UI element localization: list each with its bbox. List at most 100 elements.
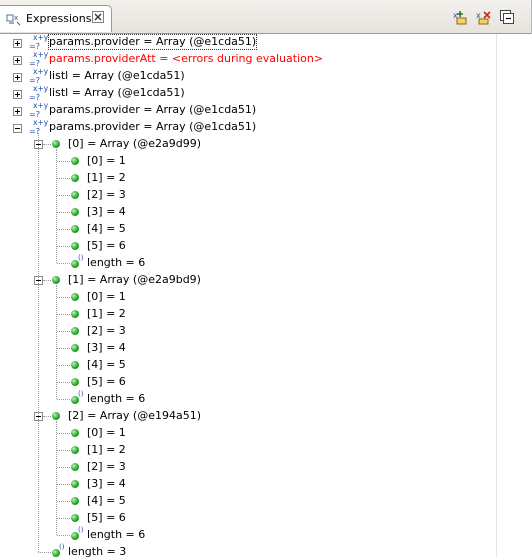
tree-connector — [57, 229, 70, 230]
element-row[interactable]: [1] = 2 — [0, 170, 496, 187]
green-dot-icon — [71, 344, 79, 352]
tree-connector — [57, 161, 70, 162]
expressions-view-icon: x — [6, 14, 21, 26]
element-row[interactable]: [2] = 3 — [0, 459, 496, 476]
expression-row[interactable]: x+y =? listl = Array (@e1cda51) — [0, 67, 496, 85]
element-label: [0] = 1 — [87, 290, 126, 303]
element-row[interactable]: [5] = 6 — [0, 374, 496, 391]
tree-connector — [57, 331, 70, 332]
green-dot-icon — [52, 276, 60, 284]
element-row[interactable]: [4] = 5 — [0, 221, 496, 238]
element-row[interactable]: [0] = 1 — [0, 153, 496, 170]
collapse-all-icon[interactable] — [499, 9, 515, 25]
green-dot-icon — [71, 497, 79, 505]
length-row[interactable]: () length = 6 — [0, 526, 496, 544]
length-row[interactable]: () length = 6 — [0, 390, 496, 408]
green-dot-icon — [71, 174, 79, 182]
expression-row[interactable]: x+y =? params.providerAtt = <errors during… — [0, 50, 496, 68]
svg-text:x+y: x+y — [33, 50, 49, 59]
element-row[interactable]: [4] = 5 — [0, 493, 496, 510]
element-row[interactable]: [3] = 4 — [0, 204, 496, 221]
parentheses-icon: () — [78, 390, 84, 398]
element-row[interactable]: [3] = 4 — [0, 476, 496, 493]
tree-connector — [57, 501, 70, 502]
element-label: [1] = 2 — [87, 443, 126, 456]
expression-row[interactable]: x+y =? params.provider = Array (@e1cda51) — [0, 118, 496, 136]
tree-connector — [57, 348, 70, 349]
x-plus-y-icon: x+y=? — [29, 50, 49, 68]
tree-connector — [57, 297, 70, 298]
expand-toggle[interactable] — [13, 107, 22, 116]
green-dot-icon — [71, 446, 79, 454]
vertical-scrollbar[interactable] — [496, 34, 532, 557]
tree-connector — [43, 416, 51, 417]
tree-connector — [57, 246, 70, 247]
expand-toggle[interactable] — [13, 56, 22, 65]
element-label: [0] = 1 — [87, 154, 126, 167]
tree-connector — [57, 178, 70, 179]
tree-connector — [57, 433, 70, 434]
array-row[interactable]: [0] = Array (@e2a9d99) — [0, 136, 496, 153]
expand-toggle[interactable] — [13, 39, 22, 48]
tree-connector — [56, 421, 57, 535]
green-dot-icon — [71, 514, 79, 522]
green-dot-icon — [71, 480, 79, 488]
tree-connector — [43, 144, 51, 145]
expand-toggle[interactable] — [13, 73, 22, 82]
add-watch-expression-icon[interactable]: x — [453, 9, 469, 25]
element-row[interactable]: [4] = 5 — [0, 357, 496, 374]
element-row[interactable]: [1] = 2 — [0, 306, 496, 323]
element-label: [4] = 5 — [87, 494, 126, 507]
view-tab-bar: x Expressions x x — [0, 0, 531, 34]
length-row[interactable]: () length = 6 — [0, 254, 496, 272]
element-row[interactable]: [0] = 1 — [0, 425, 496, 442]
element-row[interactable]: [0] = 1 — [0, 289, 496, 306]
green-dot-icon — [71, 463, 79, 471]
expression-row[interactable]: x+y =? params.provider = Array (@e1cda51) — [0, 34, 496, 51]
array-label: [2] = Array (@e194a51) — [68, 409, 201, 422]
element-label: [4] = 5 — [87, 358, 126, 371]
tree-connector — [57, 382, 70, 383]
expressions-tree[interactable]: x+y =? params.provider = Array (@e1cda51) x… — [0, 34, 496, 557]
expression-row[interactable]: x+y =? params.provider = Array (@e1cda51) — [0, 101, 496, 119]
close-icon[interactable] — [92, 11, 104, 23]
element-row[interactable]: [2] = 3 — [0, 323, 496, 340]
green-dot-icon — [71, 157, 79, 165]
length-label: length = 6 — [87, 528, 146, 541]
array-label: [0] = Array (@e2a9d99) — [68, 137, 201, 150]
expression-label: params.provider = Array (@e1cda51) — [49, 120, 257, 133]
green-dot-icon — [71, 378, 79, 386]
tab-title: Expressions — [26, 12, 92, 25]
length-label: length = 3 — [68, 545, 127, 557]
array-row[interactable]: [1] = Array (@e2a9bd9) — [0, 272, 496, 289]
svg-text:x+y: x+y — [33, 84, 49, 93]
tree-connector — [57, 484, 70, 485]
length-row[interactable]: () length = 3 — [0, 543, 496, 557]
expression-row[interactable]: x+y =? listl = Array (@e1cda51) — [0, 84, 496, 102]
tree-connector — [57, 399, 70, 400]
element-label: [2] = 3 — [87, 188, 126, 201]
tab-expressions[interactable]: x Expressions — [0, 5, 112, 32]
collapse-toggle[interactable] — [13, 124, 22, 133]
green-dot-icon — [71, 293, 79, 301]
tree-connector — [56, 149, 57, 263]
element-row[interactable]: [5] = 6 — [0, 510, 496, 527]
expression-label: params.provider = Array (@e1cda51) — [47, 34, 258, 50]
parentheses-icon: () — [59, 543, 65, 551]
tree-connector — [38, 133, 39, 552]
green-dot-icon — [71, 208, 79, 216]
array-row[interactable]: [2] = Array (@e194a51) — [0, 408, 496, 425]
green-dot-icon — [52, 412, 60, 420]
element-row[interactable]: [5] = 6 — [0, 238, 496, 255]
green-dot-icon — [71, 242, 79, 250]
green-dot-icon — [71, 191, 79, 199]
green-dot-icon — [71, 361, 79, 369]
element-row[interactable]: [3] = 4 — [0, 340, 496, 357]
element-label: [5] = 6 — [87, 375, 126, 388]
element-row[interactable]: [2] = 3 — [0, 187, 496, 204]
element-label: [2] = 3 — [87, 324, 126, 337]
element-row[interactable]: [1] = 2 — [0, 442, 496, 459]
remove-expression-icon[interactable]: x — [476, 9, 492, 25]
x-plus-y-icon: x+y=? — [29, 84, 49, 102]
expand-toggle[interactable] — [13, 90, 22, 99]
